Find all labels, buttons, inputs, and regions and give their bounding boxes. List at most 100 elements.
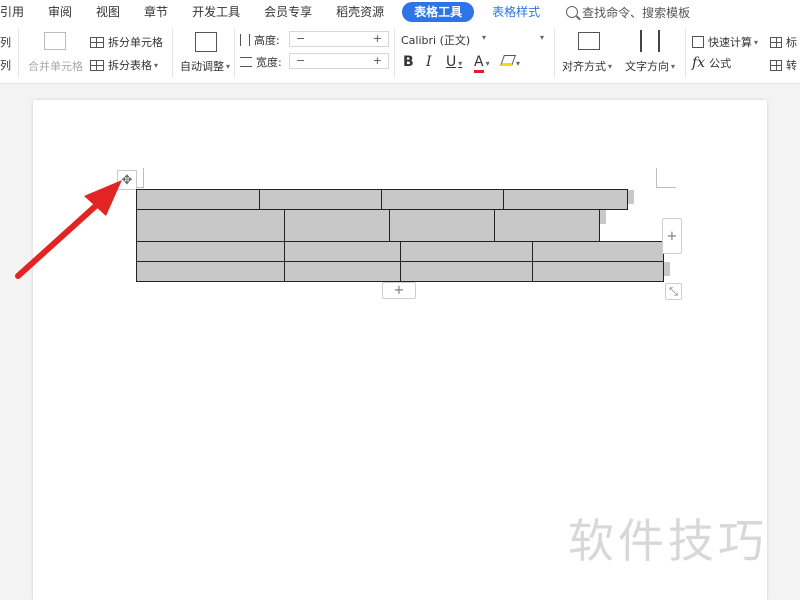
- divider: [394, 28, 395, 78]
- tab-references[interactable]: 引用: [0, 0, 36, 24]
- font-color-button[interactable]: A ▾: [474, 54, 490, 73]
- page-margin-corner: [656, 168, 676, 188]
- tab-chapter[interactable]: 章节: [132, 0, 180, 24]
- font-name-select[interactable]: Calibri (正文) ▾ ▾: [398, 31, 546, 47]
- table-cell[interactable]: [285, 210, 390, 241]
- table-cell[interactable]: [504, 190, 627, 209]
- chevron-down-icon: ▾: [226, 61, 231, 71]
- text-direction-icon: [640, 30, 660, 52]
- split-table-button[interactable]: 拆分表格 ▾: [90, 57, 158, 73]
- row-height-stepper[interactable]: − +: [289, 31, 389, 47]
- align-button[interactable]: 对齐方式 ▾: [562, 58, 612, 74]
- table-cell[interactable]: [401, 262, 533, 281]
- tab-review[interactable]: 审阅: [36, 0, 84, 24]
- font-name-value: Calibri (正文): [401, 34, 471, 47]
- row-end-marker: [628, 190, 634, 204]
- auto-adjust-button[interactable]: 自动调整 ▾: [180, 58, 230, 74]
- quick-calc-button[interactable]: 快速计算 ▾: [692, 34, 758, 50]
- column-option-bottom[interactable]: 列: [0, 57, 11, 73]
- table-row[interactable]: [136, 209, 600, 242]
- divider: [554, 28, 555, 78]
- chevron-down-icon: ▾: [154, 60, 159, 70]
- width-increase-button[interactable]: +: [373, 54, 382, 68]
- tab-docer-resources[interactable]: 稻壳资源: [324, 0, 396, 24]
- width-decrease-button[interactable]: −: [296, 54, 305, 68]
- table-row[interactable]: [136, 241, 664, 262]
- table-cell[interactable]: [533, 262, 663, 281]
- table-cell[interactable]: [137, 190, 260, 209]
- height-icon: [240, 34, 250, 46]
- add-row-button[interactable]: +: [382, 282, 416, 299]
- tab-developer-tools[interactable]: 开发工具: [180, 0, 252, 24]
- convert-label: 转: [786, 59, 797, 72]
- convert-button[interactable]: 转: [770, 57, 797, 73]
- table-cell[interactable]: [382, 190, 504, 209]
- tab-table-style[interactable]: 表格样式: [480, 0, 552, 24]
- title-row-button[interactable]: 标: [770, 34, 797, 50]
- chevron-down-icon: ▾: [539, 33, 544, 42]
- underline-label: U: [446, 54, 457, 70]
- text-direction-label: 文字方向: [625, 60, 669, 73]
- tab-view[interactable]: 视图: [84, 0, 132, 24]
- align-icon: [578, 32, 600, 50]
- auto-adjust-label: 自动调整: [180, 60, 224, 73]
- height-decrease-button[interactable]: −: [296, 32, 305, 46]
- chevron-down-icon: ▾: [485, 59, 490, 68]
- divider: [18, 28, 19, 78]
- chevron-down-icon: ▾: [608, 61, 613, 71]
- fx-icon: fx: [692, 55, 706, 71]
- height-increase-button[interactable]: +: [373, 32, 382, 46]
- split-cells-icon: [90, 36, 104, 48]
- table-cell[interactable]: [533, 242, 663, 261]
- split-table-label: 拆分表格: [108, 59, 152, 72]
- add-column-button[interactable]: +: [662, 218, 682, 254]
- table-cell[interactable]: [495, 210, 599, 241]
- chevron-down-icon: ▾: [516, 59, 521, 68]
- table-cell[interactable]: [285, 242, 401, 261]
- ribbon-toolbar: 列 列 合并单元格 拆分单元格 拆分表格 ▾ 自动调整 ▾ 高度: − + 宽度…: [0, 24, 800, 84]
- table-cell[interactable]: [390, 210, 495, 241]
- split-cells-button[interactable]: 拆分单元格: [90, 34, 163, 50]
- underline-button[interactable]: U ▾: [446, 54, 462, 70]
- divider: [685, 28, 686, 78]
- column-width-stepper[interactable]: − +: [289, 53, 389, 69]
- table-cell[interactable]: [260, 190, 382, 209]
- column-option-top[interactable]: 列: [0, 34, 11, 50]
- align-label: 对齐方式: [562, 60, 606, 73]
- ribbon-tab-bar: 引用 审阅 视图 章节 开发工具 会员专享 稻壳资源 表格工具 表格样式 查找命…: [0, 0, 800, 24]
- tab-table-tools[interactable]: 表格工具: [402, 2, 475, 22]
- table-cell[interactable]: [137, 262, 285, 281]
- merge-cells-icon: [44, 32, 66, 50]
- table-cell[interactable]: [137, 210, 285, 241]
- italic-button[interactable]: I: [426, 54, 432, 70]
- command-search[interactable]: 查找命令、搜索模板: [552, 4, 690, 21]
- chevron-down-icon: ▾: [458, 59, 463, 68]
- row-end-marker: [600, 210, 606, 224]
- table-resize-handle[interactable]: ⤡: [665, 283, 682, 300]
- table-row[interactable]: [136, 261, 664, 282]
- merge-cells-button[interactable]: 合并单元格: [28, 58, 83, 74]
- search-icon: [566, 6, 579, 18]
- formula-label: 公式: [709, 57, 732, 70]
- font-color-icon: A: [474, 54, 484, 73]
- tab-member[interactable]: 会员专享: [252, 0, 324, 24]
- width-icon: [240, 57, 252, 67]
- convert-icon: [770, 59, 782, 71]
- row-height-label: 高度:: [240, 32, 280, 48]
- column-width-label: 宽度:: [240, 54, 282, 70]
- title-row-icon: [770, 36, 782, 48]
- formula-button[interactable]: fx 公式: [692, 55, 731, 71]
- text-direction-button[interactable]: 文字方向 ▾: [625, 58, 675, 74]
- highlight-button[interactable]: ▾: [499, 54, 521, 70]
- chevron-down-icon: ▾: [754, 37, 759, 47]
- watermark-text: 软件技巧: [568, 514, 768, 568]
- table-cell[interactable]: [137, 242, 285, 261]
- quick-calc-label: 快速计算: [708, 36, 752, 49]
- chevron-down-icon: ▾: [671, 61, 676, 71]
- table-cell[interactable]: [285, 262, 401, 281]
- divider: [172, 28, 173, 78]
- bold-button[interactable]: B: [403, 54, 414, 70]
- table-row[interactable]: [136, 189, 628, 210]
- table-cell[interactable]: [401, 242, 533, 261]
- row-end-marker: [664, 262, 670, 276]
